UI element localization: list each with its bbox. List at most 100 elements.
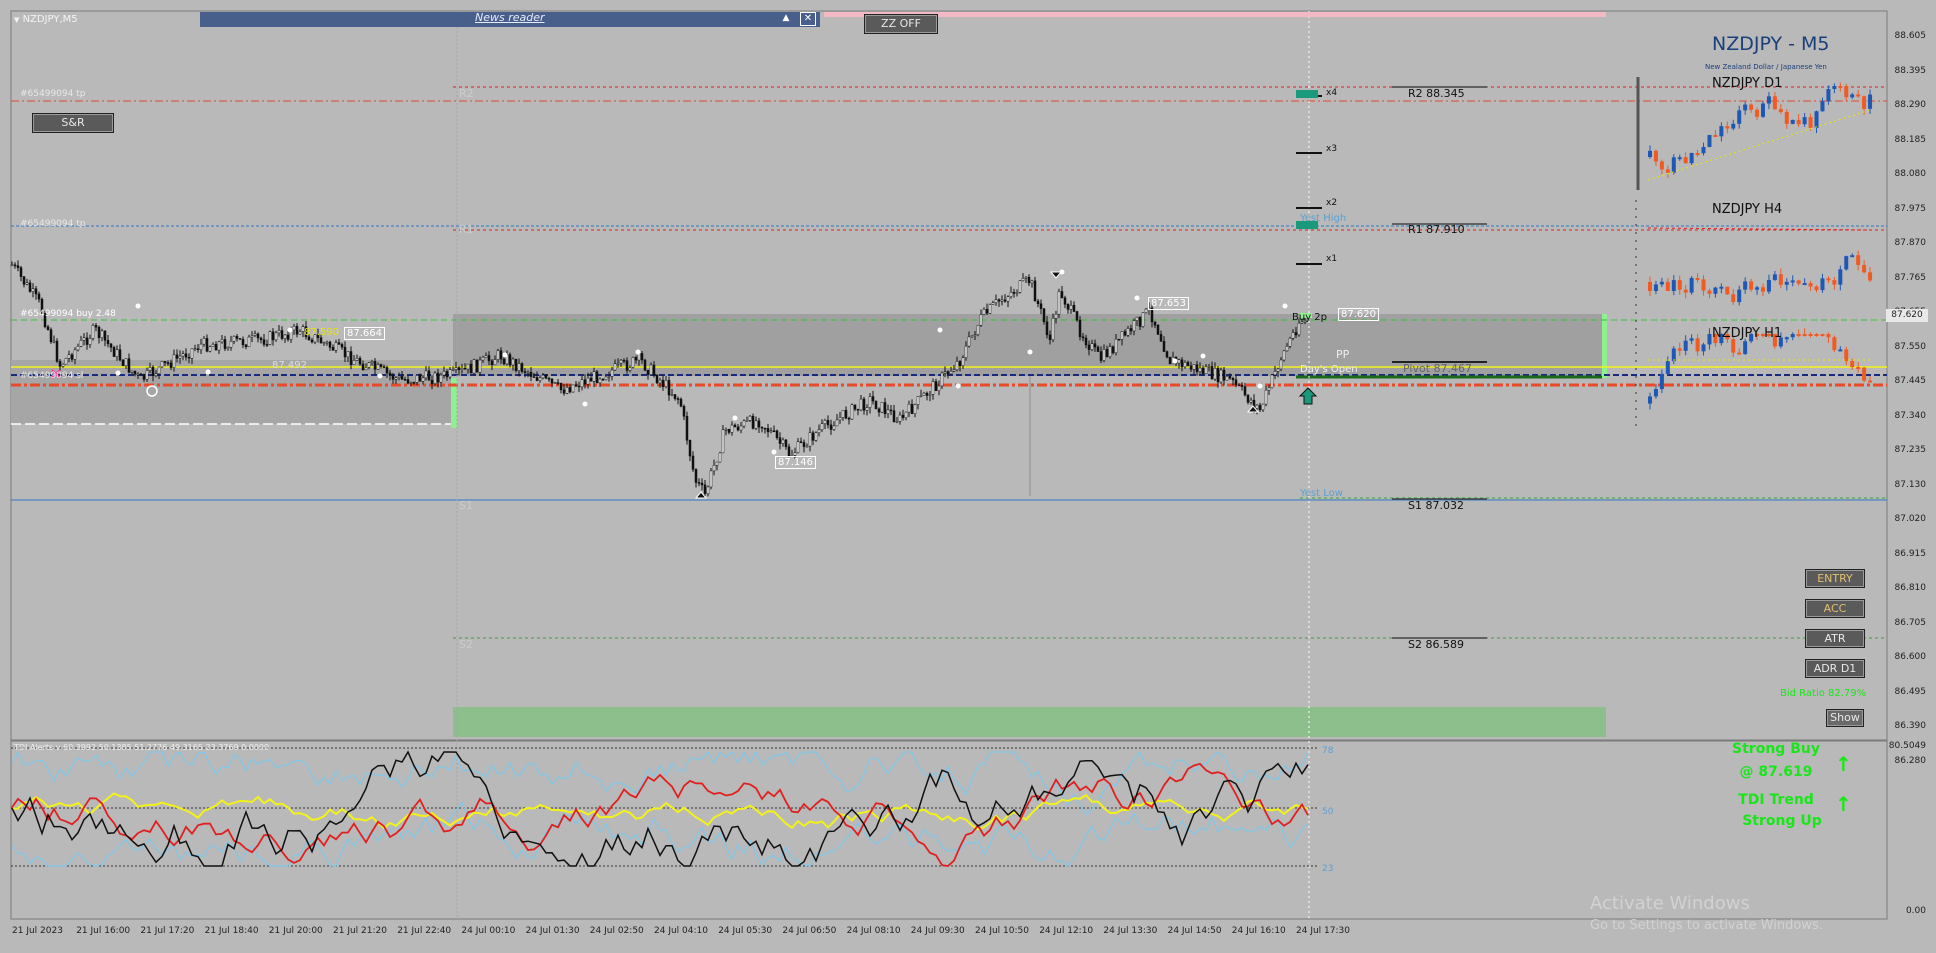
candle-body <box>403 379 407 381</box>
candle-body <box>1117 338 1121 341</box>
news-collapse-up-icon[interactable]: ▲ <box>774 12 798 25</box>
h4-candle <box>1695 277 1700 280</box>
candle-body <box>1267 387 1271 391</box>
candle-body <box>1063 297 1067 305</box>
candle-body <box>1138 316 1142 327</box>
time-axis-tick: 24 Jul 17:30 <box>1296 926 1350 936</box>
candle-body <box>355 357 359 361</box>
candle-body <box>1153 321 1157 326</box>
candle-body <box>58 361 62 367</box>
tdi-trade-line <box>11 762 1309 867</box>
candle-body <box>400 375 404 380</box>
candle-body <box>493 359 497 366</box>
candle-body <box>904 411 908 418</box>
candle-body <box>1192 364 1196 370</box>
h4-candle <box>1832 280 1837 285</box>
candle-body <box>913 404 917 414</box>
news-reader-bar[interactable]: News reader ▲ ✕ <box>200 11 820 27</box>
candle-body <box>1102 349 1106 361</box>
order-buy-label[interactable]: #65499094 buy 2.48 <box>20 309 116 319</box>
candle-body <box>292 325 296 331</box>
news-close-icon[interactable]: ✕ <box>800 12 816 26</box>
candle-body <box>619 359 623 364</box>
candle-body <box>244 344 248 348</box>
candle-body <box>583 379 587 385</box>
tdi-level-50: 50 <box>1322 807 1334 817</box>
candle-body <box>154 373 158 377</box>
sr-button[interactable]: S&R <box>32 113 114 133</box>
activate-windows-subtitle: Go to Settings to activate Windows. <box>1590 918 1823 933</box>
h1-candle <box>1844 349 1849 361</box>
candle-body <box>28 282 32 292</box>
order-tp-label[interactable]: #65499094 tp <box>20 89 85 99</box>
candle-body <box>751 415 755 429</box>
order-tp2-label[interactable]: #65499094 tp <box>20 219 85 229</box>
h4-candle <box>1766 279 1771 292</box>
time-axis-tick: 24 Jul 12:10 <box>1039 926 1094 936</box>
candle-body <box>214 344 218 351</box>
candle-body <box>1099 351 1103 361</box>
h1-candle <box>1743 341 1748 355</box>
zz-toggle-button[interactable]: ZZ OFF <box>864 14 938 34</box>
d1-candle <box>1737 110 1742 124</box>
candle-body <box>163 361 167 363</box>
acc-button[interactable]: ACC <box>1805 599 1865 618</box>
h4-candle <box>1796 280 1801 284</box>
candle-body <box>970 335 974 338</box>
order-sl-label[interactable]: #65499094 sl <box>20 371 83 381</box>
candle-body <box>544 374 548 379</box>
candle-body <box>580 379 584 388</box>
candle-body <box>127 358 131 373</box>
d1-candle <box>1838 86 1843 88</box>
candle-body <box>1180 359 1184 368</box>
fractal-dot <box>1282 303 1288 309</box>
candle-body <box>103 330 107 341</box>
time-axis-tick: 24 Jul 06:50 <box>782 926 837 936</box>
candle-body <box>1144 308 1148 313</box>
candle-body <box>997 299 1001 302</box>
h1-candle <box>1826 334 1831 338</box>
h4-candle <box>1820 278 1825 291</box>
candle-body <box>703 484 707 494</box>
d1-candle <box>1743 104 1748 111</box>
candle-body <box>139 373 143 376</box>
candle-body <box>772 430 776 432</box>
candle-body <box>346 351 350 358</box>
price-axis-tick: 87.020 <box>1894 514 1927 524</box>
candle-body <box>850 404 854 420</box>
h4-candle <box>1850 255 1855 258</box>
d1-candle <box>1648 150 1652 157</box>
entry-button[interactable]: ENTRY <box>1805 569 1865 588</box>
candle-body <box>172 354 176 368</box>
candle-body <box>1297 322 1301 336</box>
fractal-dot <box>115 370 121 376</box>
left-price-tag-a: 87.664 <box>344 327 385 340</box>
fractal-dot <box>771 449 777 455</box>
adr-d1-button[interactable]: ADR D1 <box>1805 659 1865 678</box>
h1-candle <box>1695 338 1700 352</box>
chart-menu-triangle-icon[interactable]: ▼ <box>14 16 19 24</box>
h1-candle <box>1677 348 1682 351</box>
mini-chart-h4-title: NZDJPY H4 <box>1712 202 1783 217</box>
chart-canvas[interactable] <box>0 0 1936 953</box>
time-axis-tick: 21 Jul 20:00 <box>268 926 323 936</box>
candle-body <box>1090 343 1094 350</box>
pivot-s2-short: S2 <box>459 638 473 651</box>
time-axis-tick: 24 Jul 02:50 <box>589 926 644 936</box>
h4-candle <box>1713 287 1718 294</box>
candle-body <box>331 347 335 351</box>
price-axis-tick: 86.810 <box>1894 583 1927 593</box>
candle-body <box>1186 362 1190 367</box>
candle-body <box>652 364 656 376</box>
candle-body <box>1255 404 1259 409</box>
candle-body <box>1021 278 1025 281</box>
candle-body <box>151 367 155 377</box>
h4-candle <box>1868 272 1873 281</box>
candle-body <box>646 369 650 375</box>
atr-button[interactable]: ATR <box>1805 629 1865 648</box>
h1-candle <box>1707 334 1712 345</box>
news-reader-label[interactable]: News reader <box>475 11 545 24</box>
candle-body <box>925 392 929 396</box>
fractal-dot <box>377 373 383 379</box>
show-button[interactable]: Show <box>1826 709 1864 727</box>
